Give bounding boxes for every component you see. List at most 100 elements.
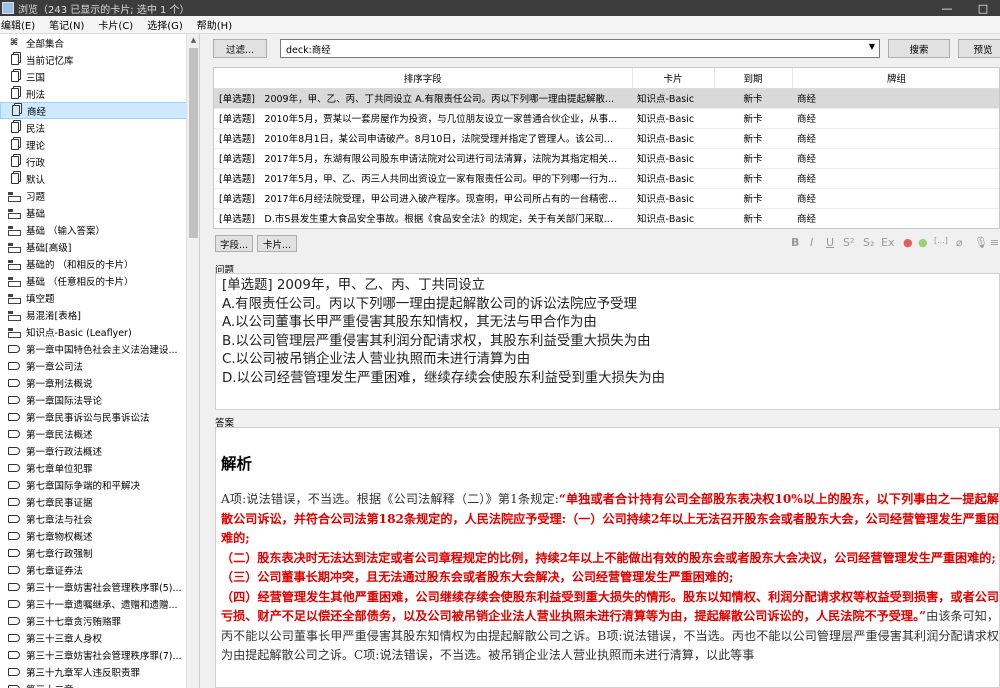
- tag-icon: [8, 547, 20, 558]
- sidebar-item[interactable]: 当前记忆库: [0, 51, 199, 68]
- sidebar-item[interactable]: 基础 （任意相反的卡片）: [0, 272, 199, 289]
- sidebar-item[interactable]: 第一章刑法概说: [0, 374, 199, 391]
- sidebar-item[interactable]: 基础: [0, 204, 199, 221]
- cards-button[interactable]: 卡片...: [257, 235, 297, 252]
- sidebar-item[interactable]: 第一章行政法概述: [0, 442, 199, 459]
- attach-icon[interactable]: ⌀: [956, 236, 963, 249]
- sidebar-item[interactable]: 行政: [0, 153, 199, 170]
- table-row[interactable]: [单选题] 2010年8月1日，某公司申请破产。8月10日，法院受理并指定了管理…: [214, 128, 999, 149]
- sidebar-item-label: 商经: [27, 106, 47, 118]
- sidebar-item[interactable]: 基础 （输入答案）: [0, 221, 199, 238]
- note-type-icon: [8, 258, 21, 270]
- column-header-due[interactable]: 到期: [714, 68, 793, 89]
- table-row[interactable]: [单选题] 2009年，甲、乙、丙、丁共同设立 A.有限责任公司。丙以下列哪一理…: [214, 88, 999, 109]
- sidebar-item[interactable]: 默认: [0, 170, 199, 187]
- sidebar-item[interactable]: 第七章物权概述: [0, 527, 199, 544]
- question-field[interactable]: [单选题] 2009年，甲、乙、丙、丁共同设立 A.有限责任公司。丙以下列哪一理…: [215, 273, 1000, 410]
- sidebar-scrollbar[interactable]: ▲: [186, 34, 199, 688]
- bold-icon[interactable]: B: [791, 236, 799, 249]
- sidebar-item[interactable]: 填空题: [0, 289, 199, 306]
- search-input[interactable]: deck:商经 ▼: [280, 39, 880, 58]
- sidebar-item-label: 刑法: [26, 89, 46, 101]
- sidebar-item[interactable]: 第一章民事诉讼与民事诉讼法: [0, 408, 199, 425]
- menu-cards[interactable]: 卡片(C): [91, 17, 140, 32]
- sidebar-item[interactable]: 知识点-Basic (Leaflyer): [0, 323, 199, 340]
- sidebar-item[interactable]: 三国: [0, 68, 199, 85]
- browser-toolbar: 过滤... deck:商经 ▼ 搜索 预览: [205, 38, 1000, 60]
- record-audio-icon[interactable]: 🎙: [974, 236, 988, 249]
- question-line: B.以公司管理层严重侵害其利润分配请求权，其股东利益受重大损失为由: [222, 333, 651, 349]
- sidebar-item[interactable]: 第七章民事证据: [0, 493, 199, 510]
- underline-icon[interactable]: U: [826, 236, 834, 249]
- sidebar-item[interactable]: 刑法: [0, 85, 199, 102]
- note-type-icon: [8, 275, 21, 287]
- sidebar-item[interactable]: 商经: [0, 102, 199, 119]
- table-row[interactable]: [单选题] D.市S县发生重大食品安全事故。根据《食品安全法》的规定，关于有关部…: [214, 208, 999, 228]
- menu-select[interactable]: 选择(G): [140, 17, 190, 32]
- sidebar-item[interactable]: 第三十一章妨害社会管理秩序罪(5)...: [0, 578, 199, 595]
- deck-cell: 商经: [792, 108, 999, 129]
- sidebar-item[interactable]: 易混淆[表格]: [0, 306, 199, 323]
- answer-intro: A项:说法错误，不当选。根据《公司法解释（二）》第1条规定:: [221, 492, 559, 506]
- menu-help[interactable]: 帮助(H): [190, 17, 239, 32]
- scroll-up-icon[interactable]: ▲: [187, 34, 199, 47]
- cloze-icon[interactable]: [...]: [934, 236, 948, 245]
- sidebar-list: ⌘ 全部集合 当前记忆库 三国刑法商经民法 理论 行政默认 习题 基础 基础 （输入答案） 基础[…: [0, 34, 199, 688]
- answer-field[interactable]: 解析 A项:说法错误，不当选。根据《公司法解释（二）》第1条规定:“单独或者合计…: [215, 427, 1000, 688]
- column-header-card[interactable]: 卡片: [632, 68, 715, 89]
- menu-edit[interactable]: 编辑(E): [0, 17, 42, 32]
- sidebar-item[interactable]: 第一章民法概述: [0, 425, 199, 442]
- sidebar-item[interactable]: 第三十二章: [0, 680, 199, 688]
- sidebar-item[interactable]: 第一章中国特色社会主义法治建设...: [0, 340, 199, 357]
- note-type-icon: [8, 224, 21, 236]
- sidebar-item[interactable]: 第三十七章贪污贿赂罪: [0, 612, 199, 629]
- sidebar-item[interactable]: 第三十三章人身权: [0, 629, 199, 646]
- subscript-icon[interactable]: S₂: [863, 236, 874, 249]
- sidebar-item[interactable]: 基础[高级]: [0, 238, 199, 255]
- minimize-button[interactable]: —: [930, 0, 964, 16]
- text-color-icon[interactable]: ●: [903, 236, 913, 249]
- sidebar-item[interactable]: 第七章法与社会: [0, 510, 199, 527]
- clear-format-icon[interactable]: Ex: [881, 236, 894, 249]
- sidebar-item-label: 基础[高级]: [26, 242, 72, 254]
- sidebar-item[interactable]: 第三十一章遗嘱继承、遗赠和遗赠...: [0, 595, 199, 612]
- tag-icon: [8, 377, 20, 388]
- table-row[interactable]: [单选题] 2017年5月，甲、乙、丙三人共同出资设立一家有限责任公司。甲的下列…: [214, 168, 999, 189]
- highlight-color-icon[interactable]: ●: [918, 236, 928, 249]
- chevron-down-icon[interactable]: ▼: [869, 42, 875, 51]
- sidebar-item-label: 默认: [26, 174, 46, 186]
- sidebar-item[interactable]: 习题: [0, 187, 199, 204]
- sidebar-item[interactable]: 第一章国际法导论: [0, 391, 199, 408]
- sidebar-item[interactable]: 第一章公司法: [0, 357, 199, 374]
- column-header-sort-field[interactable]: 排序字段: [214, 68, 633, 89]
- maximize-button[interactable]: □: [966, 0, 1000, 16]
- table-row[interactable]: [单选题] 2017年6月经法院受理，甲公司进入破产程序。现查明，甲公司所占有的…: [214, 188, 999, 209]
- sidebar-item-label: 填空题: [26, 293, 55, 305]
- sidebar-item[interactable]: 第三十三章妨害社会管理秩序罪(7)...: [0, 646, 199, 663]
- tag-icon: [8, 343, 20, 354]
- deck-icon: [8, 139, 20, 150]
- table-row[interactable]: [单选题] 2017年5月，东湖有限公司股东申请法院对公司进行司法清算，法院为其…: [214, 148, 999, 169]
- sidebar-item[interactable]: 第七章单位犯罪: [0, 459, 199, 476]
- sidebar-item[interactable]: 基础的 （和相反的卡片）: [0, 255, 199, 272]
- sidebar-item[interactable]: 第七章证券法: [0, 561, 199, 578]
- table-body: [单选题] 2009年，甲、乙、丙、丁共同设立 A.有限责任公司。丙以下列哪一理…: [214, 88, 999, 228]
- menu-notes[interactable]: 笔记(N): [42, 17, 91, 32]
- scrollbar-thumb[interactable]: [189, 48, 198, 238]
- search-button[interactable]: 搜索: [888, 39, 950, 58]
- sidebar-item-label: 民法: [26, 123, 46, 135]
- filter-button[interactable]: 过滤...: [213, 39, 267, 58]
- table-row[interactable]: [单选题] 2010年5月，贾某以一套房屋作为投资，与几位朋友设立一家普通合伙企…: [214, 108, 999, 129]
- superscript-icon[interactable]: S²: [843, 236, 854, 249]
- column-header-deck[interactable]: 牌组: [792, 68, 999, 89]
- sidebar-item[interactable]: 理论: [0, 136, 199, 153]
- sidebar-item[interactable]: 第三十九章军人违反职责罪: [0, 663, 199, 680]
- preview-button[interactable]: 预览: [958, 39, 1000, 58]
- sidebar-item[interactable]: 第七章国际争端的和平解决: [0, 476, 199, 493]
- sidebar-item[interactable]: ⌘ 全部集合: [0, 34, 199, 51]
- sidebar-item[interactable]: 民法: [0, 119, 199, 136]
- italic-icon[interactable]: I: [810, 236, 813, 249]
- sidebar-item[interactable]: 第七章行政强制: [0, 544, 199, 561]
- more-icon[interactable]: ≡: [990, 236, 999, 249]
- fields-button[interactable]: 字段...: [215, 235, 253, 252]
